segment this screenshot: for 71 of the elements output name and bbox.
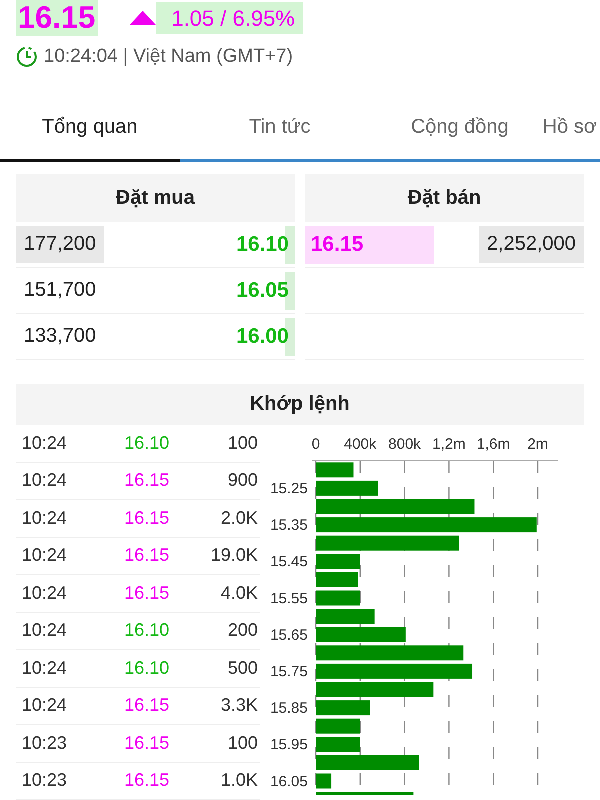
trade-price: 16.15 bbox=[123, 770, 171, 792]
trade-time: 10:24 bbox=[22, 545, 68, 566]
bid-volume: 151,700 bbox=[23, 278, 98, 304]
trade-volume: 500 bbox=[226, 658, 258, 679]
axis-tick-label: 15.85 bbox=[270, 700, 308, 718]
price-change: 1.05 / 6.95% bbox=[156, 2, 304, 34]
trade-time: 10:24 bbox=[22, 620, 68, 642]
trade-price: 16.15 bbox=[123, 508, 171, 529]
trade-volume: 900 bbox=[226, 470, 258, 492]
column-header: Đặt bán bbox=[305, 174, 584, 222]
volume-bar bbox=[316, 700, 370, 716]
trade-volume: 2.0K bbox=[220, 508, 258, 529]
bid-volume: 177,200 bbox=[16, 226, 104, 264]
trade-time: 10:24 bbox=[22, 432, 68, 454]
axis-tick-label: 0 bbox=[312, 436, 320, 453]
axis-tick-label: 15.45 bbox=[270, 554, 308, 571]
stock-price: 16.15 bbox=[16, 0, 98, 36]
clock-icon bbox=[16, 46, 38, 68]
axis-tick-label: 15.95 bbox=[270, 736, 308, 754]
axis-tick-label: 16.05 bbox=[270, 773, 308, 790]
tab[interactable]: Tổng quan bbox=[42, 116, 138, 160]
ask-volume: 2,252,000 bbox=[479, 226, 584, 264]
trade-volume: 100 bbox=[226, 432, 258, 454]
axis-tick-label: 2m bbox=[528, 436, 548, 453]
trade-price: 16.10 bbox=[123, 432, 171, 454]
bid-volume: 133,700 bbox=[23, 324, 98, 350]
axis-tick-label: 400k bbox=[344, 436, 377, 453]
trade-time: 10:23 bbox=[22, 732, 68, 754]
trade-volume: 1.0K bbox=[220, 770, 258, 792]
axis-tick-label: 15.25 bbox=[270, 480, 308, 498]
trade-price: 16.10 bbox=[123, 658, 171, 679]
trade-volume: 200 bbox=[226, 620, 258, 642]
axis-tick-label: 15.35 bbox=[270, 517, 308, 534]
section-header: Khớp lệnh bbox=[16, 384, 584, 425]
volume-bar bbox=[316, 572, 358, 588]
trade-time: 10:24 bbox=[22, 470, 68, 492]
volume-bar bbox=[316, 737, 360, 752]
column-header: Đặt mua bbox=[16, 174, 295, 222]
volume-bar bbox=[316, 590, 360, 606]
axis-tick-label: 15.75 bbox=[270, 663, 308, 680]
axis-tick-label: 1,6m bbox=[476, 436, 510, 453]
trade-price: 16.15 bbox=[123, 582, 171, 604]
volume-bar bbox=[316, 554, 360, 570]
ask-price: 16.15 bbox=[305, 226, 434, 264]
trade-price: 16.15 bbox=[123, 470, 171, 492]
trade-price: 16.15 bbox=[123, 545, 171, 566]
volume-bar bbox=[316, 480, 378, 496]
trade-volume: 19.0K bbox=[210, 545, 258, 566]
trade-volume: 3.3K bbox=[220, 695, 258, 716]
axis-tick-label: 15.65 bbox=[270, 626, 308, 644]
volume-bar bbox=[316, 609, 375, 624]
update-time: 10:24:04 | Việt Nam (GMT+7) bbox=[44, 46, 294, 68]
volume-bar bbox=[316, 718, 360, 734]
trade-time: 10:24 bbox=[22, 658, 68, 679]
trade-price: 16.15 bbox=[123, 732, 171, 754]
trade-volume: 100 bbox=[226, 732, 258, 754]
trade-time: 10:24 bbox=[22, 695, 68, 716]
volume-bar bbox=[316, 462, 354, 478]
tab[interactable]: Cộng đồng bbox=[411, 116, 509, 160]
axis-tick-label: 800k bbox=[388, 436, 422, 453]
trade-volume: 4.0K bbox=[220, 582, 258, 604]
tab[interactable]: Hồ sơ bbox=[542, 116, 598, 160]
trade-time: 10:23 bbox=[22, 770, 68, 792]
trade-price: 16.15 bbox=[123, 695, 171, 716]
axis-tick-label: 15.55 bbox=[270, 590, 308, 608]
volume-bar bbox=[316, 774, 332, 789]
trade-time: 10:24 bbox=[22, 508, 68, 529]
axis-tick-label: 1,2m bbox=[432, 436, 466, 453]
tab[interactable]: Tin tức bbox=[249, 116, 311, 160]
trade-time: 10:24 bbox=[22, 582, 68, 604]
trade-price: 16.10 bbox=[123, 620, 171, 642]
